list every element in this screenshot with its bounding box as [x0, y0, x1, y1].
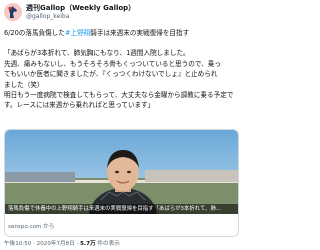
- quote-line: てもいいか医者に聞きましたが、『くっつくわけないでしょ』と止められ: [4, 70, 218, 79]
- view-label: 件の表示: [95, 241, 120, 247]
- quote-line: 明日もう一度病院で検査してもらって、大丈夫なら金曜から調教に乗る予定で: [4, 91, 234, 100]
- avatar[interactable]: [4, 3, 22, 21]
- quote-line: す。レースには来週から乗れればと思っています」: [4, 101, 155, 110]
- intro-prefix: 6/20の落馬負傷した: [4, 29, 65, 37]
- tweet-text: 6/20の落馬負傷した#上野翔騎手は来週末の実戦復帰を目指す 「あばらが3本折れ…: [4, 28, 240, 111]
- author-name[interactable]: 週刊Gallop（Weekly Gallop）: [26, 3, 135, 13]
- quote-line: ました（笑）: [4, 80, 44, 89]
- author-handle[interactable]: @gallop_keiba: [26, 13, 69, 20]
- hashtag-link[interactable]: #上野翔: [65, 29, 90, 37]
- card-caption: 落馬負傷で休養中の上野翔騎手は来週末の実戦復帰を目指す「あばらが3本折れて、肺.…: [5, 204, 238, 214]
- tweet-meta: 午後10:50 · 2020年7月8日 · 5.7万 件の表示: [4, 239, 120, 247]
- horse-logo-icon: [8, 6, 17, 18]
- card-source[interactable]: sanspo.com から: [8, 222, 54, 230]
- jockey-photo: [5, 130, 238, 214]
- link-card[interactable]: 落馬負傷で休養中の上野翔騎手は来週末の実戦復帰を目指す「あばらが3本折れて、肺.…: [4, 129, 239, 237]
- tweet-intro-line: 6/20の落馬負傷した#上野翔騎手は来週末の実戦復帰を目指す: [4, 28, 240, 38]
- tweet-header: 週刊Gallop（Weekly Gallop） @gallop_keiba: [0, 0, 243, 24]
- quote-line: 先週、痛みもないし、もうそろそろ骨もくっついていると思うので、乗っ: [4, 59, 221, 68]
- intro-suffix: 騎手は来週末の実戦復帰を目指す: [90, 29, 190, 37]
- timestamp[interactable]: 午後10:50 · 2020年7月8日 ·: [4, 241, 80, 247]
- quote-line: 「あばらが3本折れて、肺気胸にもなり、1週間入院しました。: [4, 49, 190, 58]
- view-count: 5.7万: [80, 241, 96, 247]
